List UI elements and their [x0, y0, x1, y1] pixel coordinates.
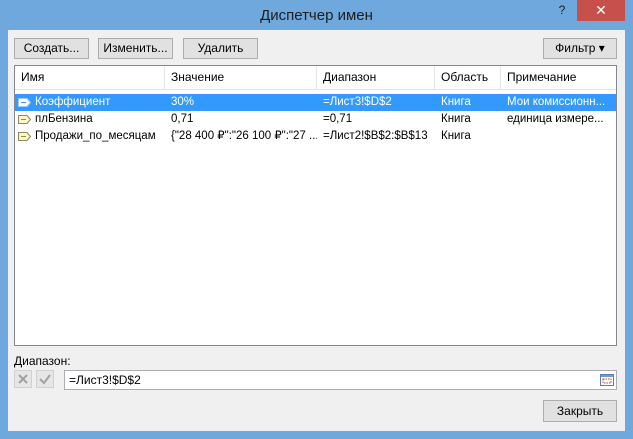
column-header-value[interactable]: Значение	[165, 66, 317, 89]
list-item[interactable]: Продажи_по_месяцам {"28 400 ₽":"26 100 ₽…	[15, 128, 616, 145]
name-tag-icon	[18, 98, 31, 107]
column-header-note[interactable]: Примечание	[501, 66, 616, 89]
edit-button[interactable]: Изменить...	[98, 38, 173, 59]
filter-button[interactable]: Фильтр ▾	[543, 38, 617, 59]
range-reference-input[interactable]	[64, 370, 617, 390]
name-manager-window: Диспетчер имен ? ✕ Создать... Изменить..…	[0, 0, 633, 439]
scope-cell: Книга	[441, 113, 471, 125]
list-item[interactable]: Коэффициент 30% =Лист3!$D$2 Книга Мои ко…	[15, 94, 616, 111]
delete-button[interactable]: Удалить	[183, 38, 258, 59]
title-bar[interactable]: Диспетчер имен ? ✕	[0, 0, 633, 30]
close-window-button[interactable]: ✕	[577, 0, 625, 21]
names-list[interactable]: Имя Значение Диапазон Область Примечание…	[14, 65, 617, 346]
create-button[interactable]: Создать...	[14, 38, 89, 59]
note-cell: Мои комиссионн...	[507, 96, 606, 108]
range-cell: =0,71	[323, 113, 353, 125]
column-header-name[interactable]: Имя	[15, 66, 165, 89]
range-label: Диапазон:	[14, 354, 71, 368]
confirm-edit-button[interactable]	[36, 370, 54, 388]
name-cell: Коэффициент	[35, 96, 111, 108]
range-cell: =Лист3!$D$2	[323, 96, 392, 108]
list-header: Имя Значение Диапазон Область Примечание	[15, 66, 616, 90]
name-cell: плБензина	[35, 113, 93, 125]
list-item[interactable]: плБензина 0,71 =0,71 Книга единица измер…	[15, 111, 616, 128]
value-cell: 0,71	[171, 113, 194, 125]
cancel-edit-button[interactable]	[14, 370, 32, 388]
range-cell: =Лист2!$B$2:$B$13	[323, 130, 428, 142]
note-cell	[501, 128, 616, 145]
close-button[interactable]: Закрыть	[543, 400, 617, 422]
value-cell: 30%	[171, 96, 195, 108]
note-cell: единица измере...	[507, 113, 604, 125]
collapse-dialog-icon[interactable]	[599, 372, 615, 388]
name-tag-icon	[18, 132, 31, 141]
name-cell: Продажи_по_месяцам	[35, 130, 156, 142]
column-header-scope[interactable]: Область	[435, 66, 501, 89]
dialog-body: Создать... Изменить... Удалить Фильтр ▾ …	[8, 30, 625, 431]
checkmark-icon	[39, 374, 51, 385]
help-icon[interactable]: ?	[556, 3, 568, 17]
cancel-x-icon	[18, 374, 28, 384]
name-tag-icon	[18, 115, 31, 124]
scope-cell: Книга	[441, 96, 471, 108]
value-cell: {"28 400 ₽":"26 100 ₽":"27 ...	[171, 130, 317, 142]
column-header-range[interactable]: Диапазон	[317, 66, 435, 89]
scope-cell: Книга	[441, 130, 471, 142]
window-title: Диспетчер имен	[260, 7, 373, 24]
